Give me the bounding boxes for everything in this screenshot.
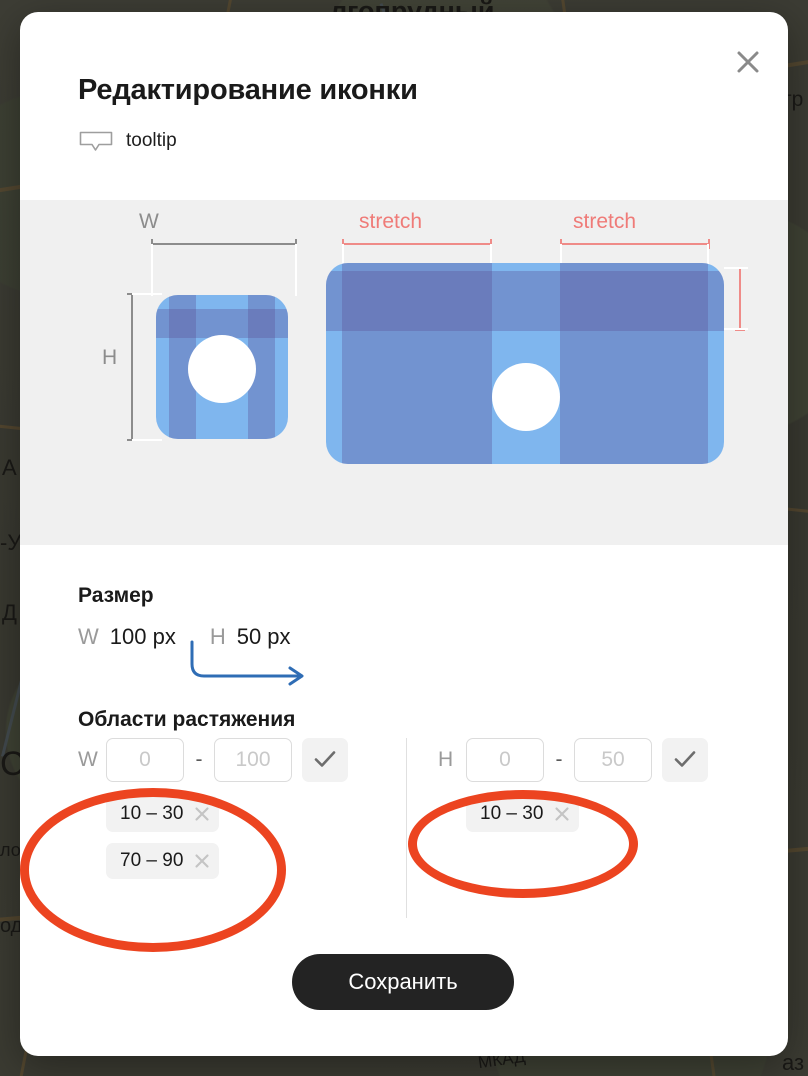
list-item[interactable]: 70 – 90 bbox=[106, 843, 220, 879]
width-range-to-input[interactable] bbox=[214, 738, 292, 782]
chip-label: 70 – 90 bbox=[120, 850, 184, 871]
size-height-axis: H bbox=[209, 624, 226, 649]
original-icon-shape bbox=[156, 295, 288, 439]
stretch-ext-line bbox=[724, 328, 748, 330]
stretch-area-width-column: W - 10 – 30 bbox=[78, 738, 408, 890]
width-range-from-input[interactable] bbox=[106, 738, 184, 782]
tooltip-icon bbox=[78, 130, 114, 152]
page-title: Редактирование иконки bbox=[78, 74, 418, 106]
size-heading: Размер bbox=[78, 584, 154, 607]
size-height-value: 50 px bbox=[236, 624, 291, 649]
shape-center-dot bbox=[492, 363, 560, 431]
stretched-icon-shape bbox=[326, 263, 724, 464]
width-range-axis: W bbox=[78, 748, 98, 771]
stretch-label-left: stretch bbox=[359, 210, 423, 233]
stretch-label-right: stretch bbox=[573, 210, 637, 233]
stretch-dimension-line-right bbox=[560, 239, 710, 249]
stretch-area-height-column: H - 10 – 30 bbox=[408, 738, 738, 890]
chip-label: 10 – 30 bbox=[120, 803, 184, 824]
height-range-confirm-button[interactable] bbox=[662, 738, 708, 782]
illus-h-label: H bbox=[102, 346, 118, 369]
height-range-row: H - bbox=[438, 738, 738, 782]
icon-subtitle-label: tooltip bbox=[126, 130, 177, 151]
edit-icon-modal: Редактирование иконки tooltip W H stretc… bbox=[20, 12, 788, 1056]
height-chips-list: 10 – 30 bbox=[466, 796, 738, 843]
size-values-row: W 100 px H 50 px bbox=[78, 624, 291, 650]
stretch-band-horizontal bbox=[326, 271, 724, 331]
h-ext-line bbox=[132, 439, 162, 441]
width-range-confirm-button[interactable] bbox=[302, 738, 348, 782]
height-range-to-input[interactable] bbox=[574, 738, 652, 782]
w-dimension-line bbox=[151, 239, 297, 249]
height-range-from-input[interactable] bbox=[466, 738, 544, 782]
stretch-dimension-line-vertical bbox=[735, 267, 745, 331]
stretch-ext-line bbox=[724, 267, 748, 269]
list-item[interactable]: 10 – 30 bbox=[106, 796, 220, 832]
check-icon bbox=[673, 749, 697, 772]
icon-subtitle-row: tooltip bbox=[78, 130, 177, 152]
h-ext-line bbox=[132, 293, 162, 295]
shape-center-dot bbox=[188, 335, 256, 403]
stretch-areas-body: W - 10 – 30 bbox=[78, 738, 738, 890]
illus-w-label: W bbox=[139, 210, 159, 233]
stretch-dimension-line-left bbox=[342, 239, 492, 249]
close-icon[interactable] bbox=[730, 44, 766, 80]
stretch-areas-heading: Области растяжения bbox=[78, 708, 296, 731]
close-icon[interactable] bbox=[553, 805, 571, 823]
save-button[interactable]: Сохранить bbox=[292, 954, 514, 1010]
size-width-value: 100 px bbox=[109, 624, 176, 649]
height-range-dash: - bbox=[555, 748, 563, 771]
width-chips-list: 10 – 30 70 – 90 bbox=[106, 796, 408, 890]
close-icon[interactable] bbox=[193, 805, 211, 823]
w-ext-line bbox=[295, 244, 297, 296]
close-icon[interactable] bbox=[193, 852, 211, 870]
height-range-axis: H bbox=[438, 748, 454, 771]
width-range-row: W - bbox=[78, 738, 408, 782]
check-icon bbox=[313, 749, 337, 772]
h-dimension-line bbox=[127, 293, 137, 441]
list-item[interactable]: 10 – 30 bbox=[466, 796, 580, 832]
size-width-axis: W bbox=[78, 624, 99, 649]
stretch-band-horizontal bbox=[156, 309, 288, 339]
width-range-dash: - bbox=[195, 748, 203, 771]
chip-label: 10 – 30 bbox=[480, 803, 544, 824]
w-ext-line bbox=[151, 244, 153, 296]
stretch-illustration: W H stretch stretch bbox=[20, 200, 788, 686]
